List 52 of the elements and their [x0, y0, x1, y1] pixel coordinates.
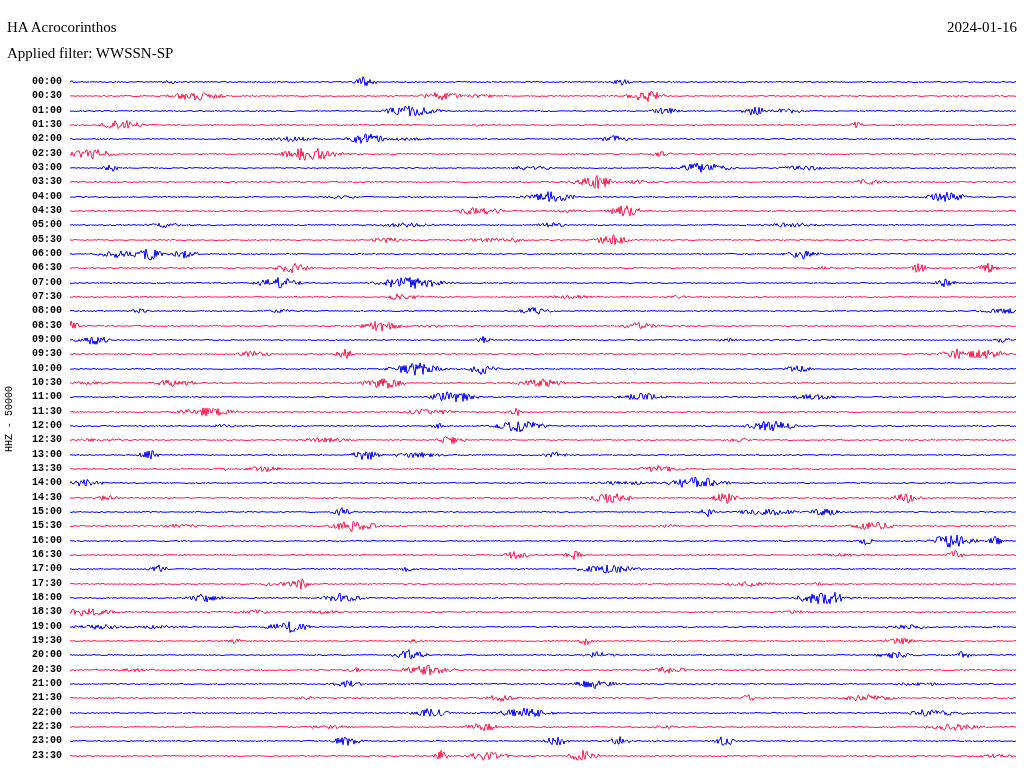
- time-label: 22:30: [31, 721, 62, 732]
- time-label: 23:30: [31, 750, 62, 761]
- time-label: 19:00: [31, 621, 62, 632]
- filter-label: Applied filter: WWSSN-SP: [7, 45, 174, 61]
- time-label: 07:00: [31, 277, 62, 288]
- date-label: 2024-01-16: [947, 20, 1017, 35]
- station-title: HA Acrocorinthos: [7, 20, 117, 35]
- time-label: 23:00: [31, 736, 62, 747]
- time-label: 13:00: [31, 449, 62, 460]
- time-label: 20:30: [31, 664, 62, 675]
- time-label: 13:30: [31, 464, 62, 474]
- time-label: 08:00: [31, 306, 62, 317]
- time-label: 18:00: [31, 592, 62, 603]
- time-label: 05:00: [31, 220, 62, 231]
- time-label: 15:00: [31, 507, 62, 517]
- time-label: 02:00: [31, 134, 62, 145]
- time-label: 17:30: [31, 578, 62, 589]
- time-label: 01:30: [31, 120, 62, 131]
- time-label: 06:00: [31, 249, 62, 260]
- time-label: 21:00: [31, 678, 62, 689]
- time-label: 09:00: [31, 335, 62, 346]
- axis-label: HHZ - 50000: [5, 385, 15, 452]
- time-label: 08:30: [31, 320, 62, 331]
- time-label: 11:00: [31, 392, 62, 403]
- time-label: 12:30: [31, 435, 62, 446]
- time-label: 18:30: [31, 607, 62, 618]
- time-label: 22:00: [31, 707, 62, 718]
- time-label: 17:00: [31, 564, 62, 575]
- time-label: 06:30: [31, 263, 62, 274]
- time-label: 07:30: [31, 292, 62, 303]
- time-label: 10:30: [31, 378, 62, 389]
- time-label: 16:30: [31, 550, 62, 560]
- time-label: 04:00: [31, 191, 62, 202]
- time-label: 11:30: [31, 406, 62, 417]
- time-label: 04:30: [31, 206, 62, 217]
- time-label: 03:30: [31, 177, 62, 188]
- time-label: 20:00: [31, 650, 62, 661]
- time-label: 10:00: [31, 363, 62, 374]
- time-label: 02:30: [31, 148, 62, 159]
- time-label: 01:00: [31, 105, 62, 116]
- time-label: 00:00: [31, 77, 62, 88]
- time-label: 00:30: [31, 91, 62, 102]
- time-label: 05:30: [31, 234, 62, 245]
- time-label: 19:30: [31, 635, 62, 646]
- time-label: 14:30: [31, 492, 62, 503]
- time-label: 21:30: [31, 693, 62, 704]
- time-label: 16:00: [31, 535, 62, 546]
- time-label: 12:00: [31, 421, 62, 432]
- time-label: 15:30: [31, 521, 62, 532]
- time-label: 14:00: [31, 478, 62, 489]
- time-label: 03:00: [31, 163, 62, 174]
- time-label: 09:30: [31, 349, 62, 360]
